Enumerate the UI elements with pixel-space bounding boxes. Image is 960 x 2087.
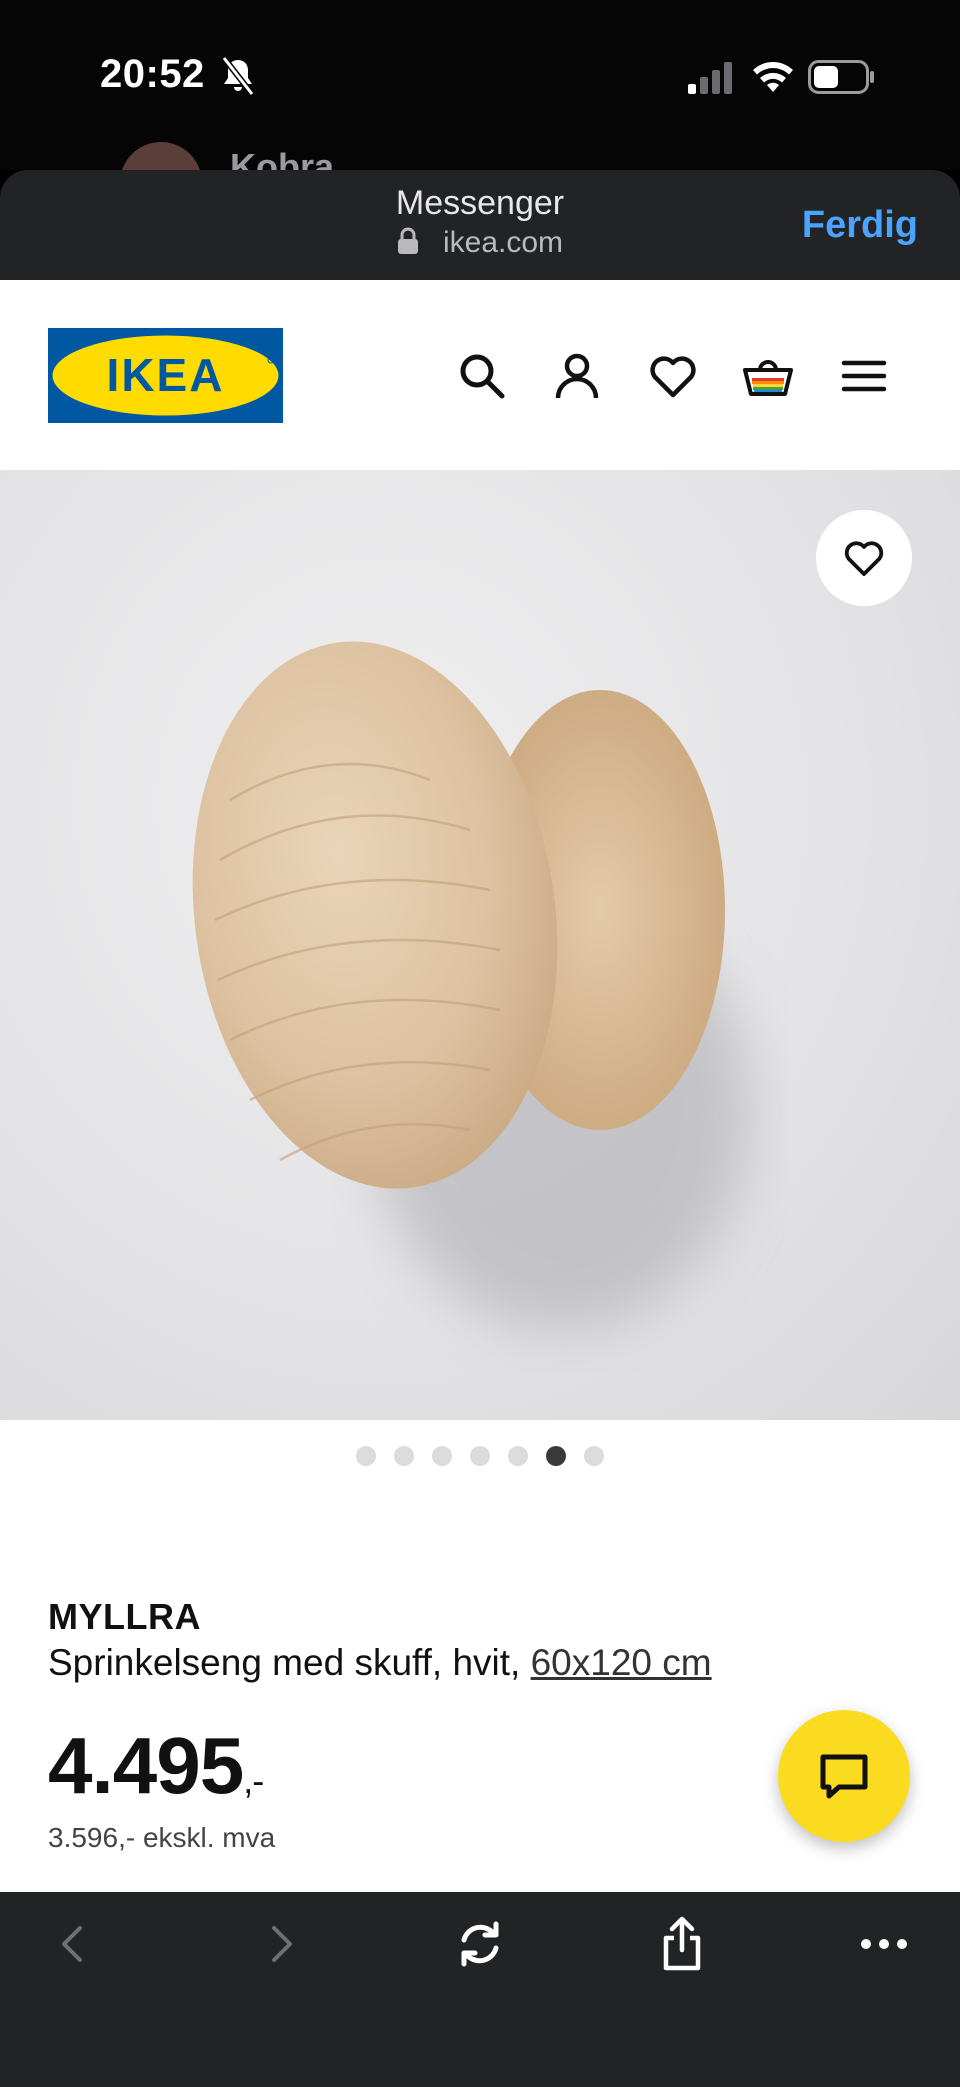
ikea-navbar: IKEA (0, 280, 960, 470)
ikea-logo[interactable]: IKEA (48, 328, 283, 423)
product-size-link[interactable]: 60x120 cm (531, 1642, 712, 1683)
contact-name: Kobra (230, 146, 335, 170)
add-to-wishlist-button[interactable] (816, 510, 912, 606)
heart-icon (844, 541, 884, 576)
avatar (120, 142, 202, 170)
chat-icon (820, 1754, 868, 1799)
pagination-dot[interactable] (508, 1446, 528, 1466)
product-name: MYLLRA (48, 1596, 201, 1637)
in-app-browser-header: Messenger ikea.com Ferdig (0, 170, 960, 280)
status-time: 20:52 (100, 52, 205, 96)
chat-button[interactable] (778, 1710, 910, 1842)
pagination-dot[interactable] (584, 1446, 604, 1466)
price-suffix: ,- (243, 1760, 264, 1801)
bell-slash-icon (221, 56, 255, 96)
url-text: ikea.com (442, 226, 564, 259)
image-pagination-dots (0, 1446, 960, 1470)
back-icon[interactable] (44, 1914, 104, 1974)
pagination-dot[interactable] (470, 1446, 490, 1466)
product-description: Sprinkelseng med skuff, hvit, 60x120 cm (48, 1642, 712, 1684)
wishlist-heart-icon[interactable] (647, 350, 699, 402)
lock-icon (397, 227, 418, 254)
reload-icon[interactable] (450, 1914, 510, 1974)
share-icon[interactable] (652, 1914, 712, 1974)
battery-icon (808, 60, 874, 94)
wifi-icon (753, 62, 793, 92)
pagination-dot[interactable] (432, 1446, 452, 1466)
product-description-text: Sprinkelseng med skuff, hvit, (48, 1642, 521, 1683)
forward-icon[interactable] (250, 1914, 310, 1974)
search-icon[interactable] (456, 350, 508, 402)
done-button[interactable]: Ferdig (802, 204, 918, 247)
product-price: 4.495,- (48, 1720, 264, 1812)
account-icon[interactable] (551, 350, 603, 402)
wooden-knob-image (192, 641, 750, 1330)
menu-hamburger-icon[interactable] (838, 350, 890, 402)
background-messenger-header: Kobra (0, 130, 960, 170)
cellular-signal-icon (688, 62, 732, 94)
more-icon[interactable] (854, 1914, 914, 1974)
svg-text:IKEA: IKEA (107, 349, 225, 401)
pagination-dot[interactable] (394, 1446, 414, 1466)
price-excluding-vat: 3.596,- ekskl. mva (48, 1822, 276, 1853)
product-image[interactable] (0, 470, 960, 1420)
shopping-bag-icon[interactable] (742, 350, 794, 402)
pagination-dot[interactable] (356, 1446, 376, 1466)
price-main: 4.495 (48, 1721, 244, 1810)
pagination-dot[interactable] (546, 1446, 566, 1466)
browser-toolbar (0, 1892, 960, 2087)
